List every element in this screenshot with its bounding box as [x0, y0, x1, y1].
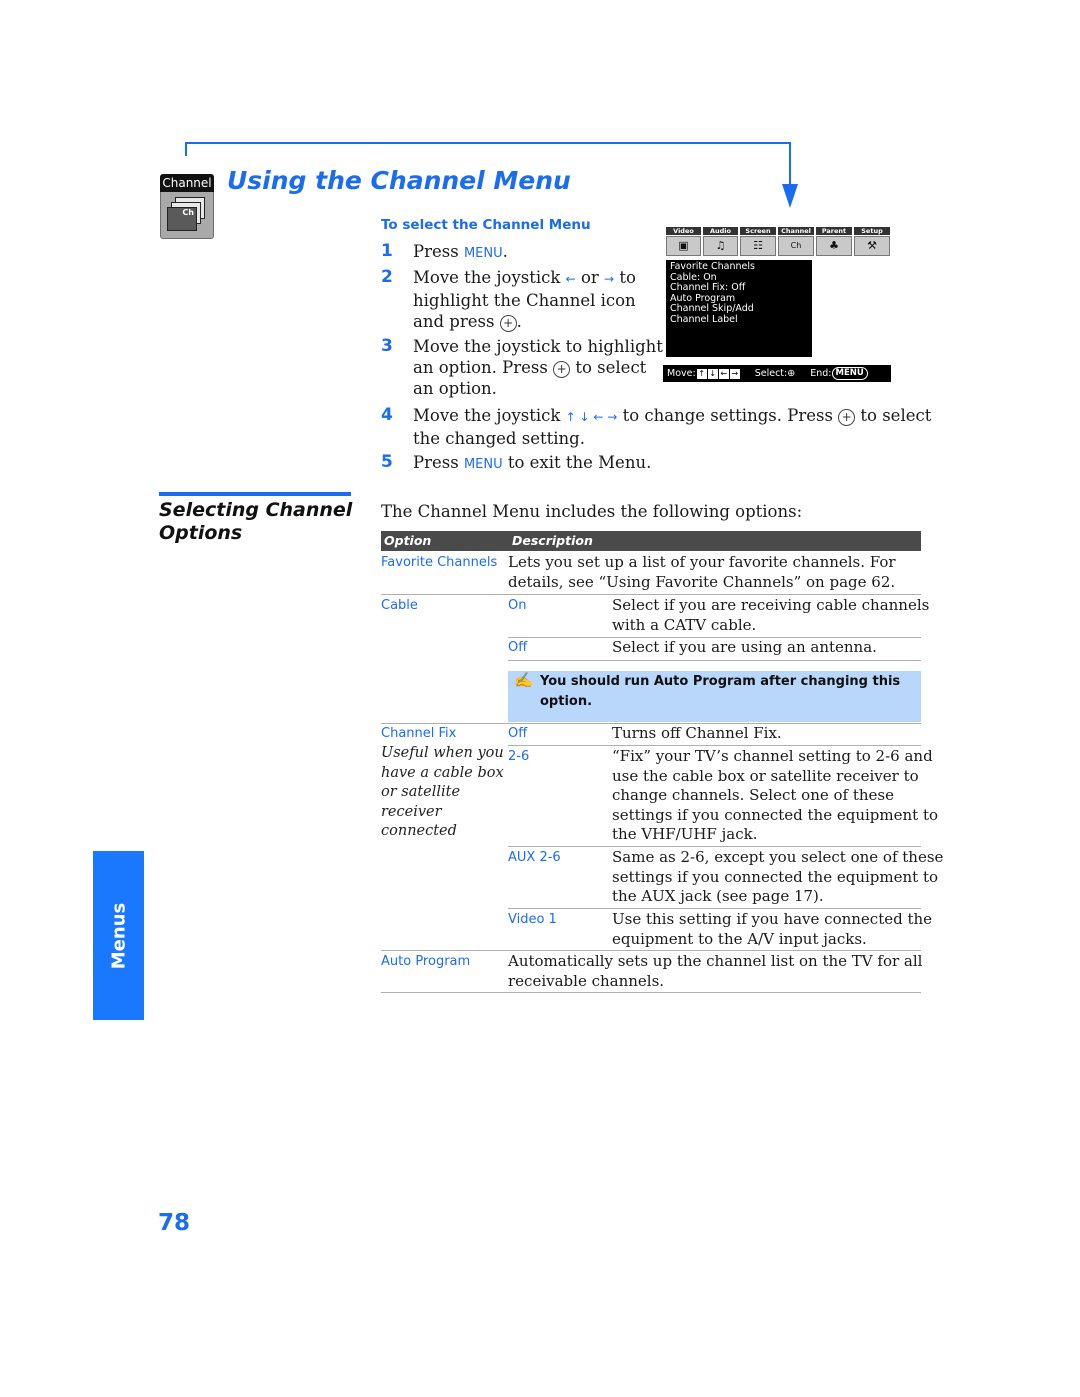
value-2-6: 2-6	[508, 749, 530, 764]
arrows-icon: ↑ ↓ ← →	[565, 410, 618, 424]
arrow-down-icon	[782, 184, 798, 208]
option-cable: Cable	[381, 598, 418, 613]
connector-line-left	[185, 142, 187, 156]
tv-menu-item: Channel Label	[670, 313, 738, 325]
channel-fix-note: Useful when you have a cable box or sate…	[381, 745, 504, 839]
page-title: Using the Channel Menu	[227, 166, 571, 195]
value-description: Use this setting if you have connected t…	[612, 910, 933, 948]
section-heading: Selecting Channel Options	[159, 499, 353, 544]
tv-tab-audio: Audio	[703, 227, 738, 235]
tv-tab-screen: Screen	[740, 227, 776, 235]
connector-line	[185, 142, 791, 144]
setup-icon: ⚒	[854, 236, 890, 256]
section-tab-menus: Menus	[93, 851, 144, 1020]
screen-icon: ☷	[740, 236, 776, 256]
value-description: Select if you are receiving cable channe…	[612, 596, 930, 634]
select-icon: ⊕	[787, 368, 796, 379]
tv-menu-item: Favorite Channels	[670, 261, 755, 272]
value-off: Off	[508, 726, 528, 741]
tv-menu-tabs: Video Audio Screen Channel Parent Setup …	[666, 227, 890, 257]
note-text: You should run Auto Program after changi…	[540, 674, 901, 709]
page-number: 78	[158, 1210, 191, 1236]
tv-tab-video: Video	[666, 227, 701, 235]
value-description: Same as 2-6, except you select one of th…	[612, 848, 944, 905]
tv-tab-channel: Channel	[778, 227, 814, 235]
value-off: Off	[508, 640, 528, 655]
tv-menu-item: Channel Skip/Add	[670, 303, 754, 314]
select-button-icon: +	[499, 315, 517, 332]
video-icon: ▣	[666, 236, 701, 256]
menu-key: MENU	[463, 246, 503, 261]
row-divider	[381, 950, 921, 951]
option-favorite-channels: Favorite Channels	[381, 555, 498, 570]
left-key-icon: ←	[718, 368, 729, 379]
audio-icon: ♫	[703, 236, 738, 256]
row-divider	[381, 594, 921, 595]
column-header-description: Description	[512, 533, 593, 548]
tv-menu-help-bar: Move: ↑ ↓ ← → Select:⊕ End: MENU	[663, 365, 891, 382]
parent-icon: ♣	[816, 236, 852, 256]
tv-tab-setup: Setup	[854, 227, 890, 235]
note-pencil-icon: ✍	[514, 671, 533, 689]
channel-icon: Channel Ch	[160, 174, 214, 240]
tv-tab-parent: Parent	[816, 227, 852, 235]
channel-tab-icon: Ch	[778, 236, 814, 256]
value-description: Select if you are using an antenna.	[612, 638, 877, 656]
option-description: Lets you set up a list of your favorite …	[508, 553, 896, 591]
ch-glyph: Ch	[167, 207, 197, 231]
row-divider	[508, 908, 921, 909]
column-header-option: Option	[384, 533, 432, 548]
value-on: On	[508, 598, 527, 613]
row-divider	[508, 745, 921, 746]
procedure-heading: To select the Channel Menu	[381, 217, 591, 233]
down-key-icon: ↓	[707, 368, 718, 379]
menu-key: MENU	[463, 457, 503, 472]
select-button-icon: +	[838, 409, 856, 426]
arrow-left-icon: ←	[565, 272, 576, 286]
row-divider	[381, 992, 921, 993]
tv-menu-item: Channel Fix: Off	[670, 282, 746, 293]
option-auto-program: Auto Program	[381, 954, 471, 969]
note-box: ✍ You should run Auto Program after chan…	[508, 671, 921, 722]
connector-line-right	[789, 142, 791, 186]
select-button-icon: +	[553, 361, 571, 378]
value-description: Turns off Channel Fix.	[612, 724, 782, 742]
option-description: Automatically sets up the channel list o…	[508, 952, 923, 990]
option-channel-fix: Channel Fix	[381, 726, 457, 741]
row-divider	[508, 660, 921, 661]
value-description: “Fix” your TV’s channel setting to 2-6 a…	[612, 747, 939, 843]
menu-button-icon: MENU	[831, 367, 868, 380]
section-intro: The Channel Menu includes the following …	[381, 502, 803, 521]
row-divider	[508, 846, 921, 847]
section-rule	[159, 492, 351, 496]
options-table-header: Option Description	[381, 531, 921, 551]
value-video-1: Video 1	[508, 912, 557, 927]
arrow-right-icon: →	[604, 272, 615, 286]
value-aux-2-6: AUX 2-6	[508, 850, 561, 865]
up-key-icon: ↑	[696, 368, 707, 379]
channel-icon-label: Channel	[160, 174, 214, 192]
right-key-icon: →	[729, 368, 740, 379]
tv-menu-screen: Favorite Channels Cable: On Channel Fix:…	[666, 260, 812, 357]
